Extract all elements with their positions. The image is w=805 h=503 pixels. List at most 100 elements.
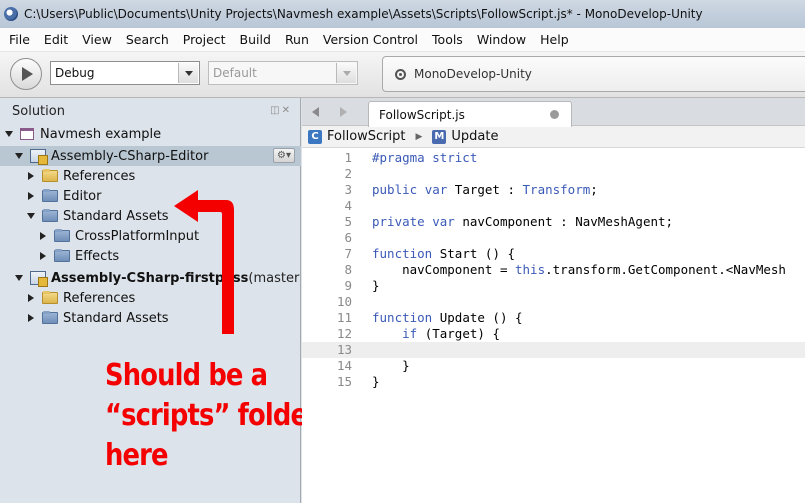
folder-yellow-icon — [42, 291, 58, 304]
run-button[interactable] — [10, 58, 42, 90]
line-number: 12 — [336, 326, 352, 341]
expander-closed-icon[interactable] — [26, 191, 36, 201]
tree-label: References — [63, 168, 136, 184]
menu-file[interactable]: File — [2, 32, 37, 47]
chevron-down-icon[interactable] — [336, 63, 356, 83]
menu-view[interactable]: View — [75, 32, 119, 47]
menu-edit[interactable]: Edit — [37, 32, 75, 47]
tree-label-suffix: (master — [248, 270, 300, 286]
tree-row-folder[interactable]: Standard Assets — [0, 206, 301, 226]
class-icon: C — [308, 129, 322, 144]
pad-window-buttons[interactable]: ◫✕ — [270, 105, 292, 116]
code-text: navComponent = this.transform.GetCompone… — [402, 262, 786, 277]
line-number: 10 — [336, 294, 352, 309]
tree-row-folder[interactable]: Effects — [0, 246, 301, 266]
tree-row-project-firstpass[interactable]: Assembly-CSharp-firstpass (master — [0, 268, 301, 288]
project-icon — [30, 149, 48, 165]
gear-icon[interactable]: ⚙▾ — [273, 148, 295, 163]
code-line[interactable]: 13 — [302, 342, 805, 358]
target-select[interactable]: Default — [208, 61, 358, 85]
annotation-line: here — [105, 438, 169, 473]
configuration-select[interactable]: Debug — [50, 61, 200, 85]
tree-label: Navmesh example — [40, 126, 162, 142]
expander-open-icon[interactable] — [26, 211, 36, 221]
expander-open-icon[interactable] — [14, 273, 24, 283]
menu-bar: File Edit View Search Project Build Run … — [0, 28, 805, 52]
code-line[interactable]: 8 navComponent = this.transform.GetCompo… — [302, 262, 805, 278]
tree-row-folder[interactable]: References — [0, 288, 301, 308]
menu-search[interactable]: Search — [119, 32, 176, 47]
expander-closed-icon[interactable] — [38, 231, 48, 241]
annotation-line: “scripts” folder — [105, 398, 320, 433]
code-text: if (Target) { — [402, 326, 500, 341]
menu-build[interactable]: Build — [233, 32, 278, 47]
code-line[interactable]: 11 function Update () { — [302, 310, 805, 326]
tree-row-folder[interactable]: CrossPlatformInput — [0, 226, 301, 246]
menu-window[interactable]: Window — [470, 32, 533, 47]
code-text: private var navComponent : NavMeshAgent; — [372, 214, 674, 229]
tab-followscript[interactable]: FollowScript.js — [368, 101, 572, 127]
folder-yellow-icon — [42, 169, 58, 182]
menu-tools[interactable]: Tools — [425, 32, 470, 47]
code-line[interactable]: 10 — [302, 294, 805, 310]
tree-row-solution[interactable]: Navmesh example — [0, 124, 301, 144]
path-class[interactable]: FollowScript — [327, 129, 405, 144]
nav-back-icon[interactable] — [312, 107, 319, 117]
menu-run[interactable]: Run — [278, 32, 316, 47]
line-number: 4 — [344, 198, 352, 213]
tree-row-folder[interactable]: References — [0, 166, 301, 186]
nav-forward-icon[interactable] — [340, 107, 347, 117]
code-line[interactable]: 4 — [302, 198, 805, 214]
menu-help[interactable]: Help — [533, 32, 576, 47]
line-number: 9 — [344, 278, 352, 293]
path-member[interactable]: Update — [451, 129, 498, 144]
code-text: } — [372, 374, 380, 389]
document-tabstrip: FollowScript.js — [302, 98, 805, 127]
code-line[interactable]: 15} — [302, 374, 805, 390]
line-number: 6 — [344, 230, 352, 245]
path-separator-icon: ▶ — [415, 131, 423, 142]
folder-blue-icon — [54, 249, 70, 262]
tree-row-folder[interactable]: Standard Assets — [0, 308, 301, 328]
expander-closed-icon[interactable] — [26, 313, 36, 323]
code-text-area[interactable]: 1 #pragma strict 2 3 public var Target : Tra… — [302, 149, 805, 503]
main-toolbar: Debug Default MonoDevelop-Unity — [0, 52, 805, 98]
code-line[interactable]: 2 — [302, 166, 805, 182]
monodevelop-app-icon — [4, 7, 18, 21]
code-text: function Update () { — [372, 310, 523, 325]
code-text: } — [372, 278, 380, 293]
window-title: C:\Users\Public\Documents\Unity Projects… — [24, 7, 703, 21]
code-text: function Start () { — [372, 246, 516, 261]
code-line[interactable]: 5 private var navComponent : NavMeshAgent… — [302, 214, 805, 230]
annotation-text: Should be a “scripts” folder here — [105, 356, 320, 476]
tree-label: Effects — [75, 248, 120, 264]
folder-blue-icon — [42, 209, 58, 222]
chevron-down-icon[interactable] — [178, 63, 198, 83]
menu-project[interactable]: Project — [176, 32, 233, 47]
expander-open-icon[interactable] — [14, 151, 24, 161]
annotation-line: Should be a — [105, 358, 268, 393]
tree-label: Standard Assets — [63, 208, 169, 224]
expander-open-icon[interactable] — [4, 129, 14, 139]
path-bar: C FollowScript ▶ M Update — [302, 126, 805, 148]
tree-row-folder[interactable]: Editor — [0, 186, 301, 206]
code-line[interactable]: 9} — [302, 278, 805, 294]
expander-closed-icon[interactable] — [26, 171, 36, 181]
expander-closed-icon[interactable] — [26, 293, 36, 303]
code-line[interactable]: 3 public var Target : Transform; — [302, 182, 805, 198]
line-number: 1 — [344, 150, 352, 165]
code-line[interactable]: 7 function Start () { — [302, 246, 805, 262]
code-line[interactable]: 14 } — [302, 358, 805, 374]
code-line[interactable]: 1 #pragma strict — [302, 150, 805, 166]
line-number: 2 — [344, 166, 352, 181]
solution-icon — [20, 128, 34, 140]
code-line[interactable]: 6 — [302, 230, 805, 246]
menu-version-control[interactable]: Version Control — [316, 32, 425, 47]
code-line[interactable]: 12 if (Target) { — [302, 326, 805, 342]
line-number: 14 — [336, 358, 352, 373]
project-icon — [30, 271, 48, 287]
unsaved-dot-icon[interactable] — [550, 110, 559, 119]
status-text: MonoDevelop-Unity — [414, 67, 532, 81]
tree-row-project-editor[interactable]: Assembly-CSharp-Editor ⚙▾ — [0, 146, 301, 166]
expander-closed-icon[interactable] — [38, 251, 48, 261]
